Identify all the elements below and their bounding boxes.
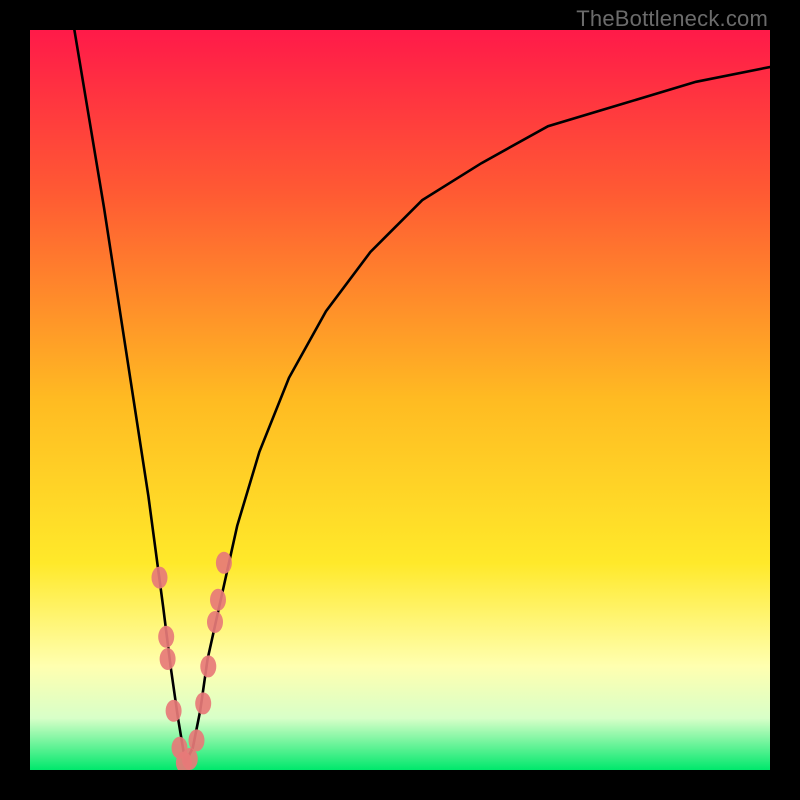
marker-dot [160, 648, 176, 670]
chart-frame: TheBottleneck.com [0, 0, 800, 800]
curve-layer [30, 30, 770, 770]
marker-group [152, 552, 232, 770]
marker-dot [207, 611, 223, 633]
marker-dot [200, 655, 216, 677]
plot-area [30, 30, 770, 770]
marker-dot [166, 700, 182, 722]
marker-dot [189, 729, 205, 751]
marker-dot [195, 692, 211, 714]
bottleneck-curve [74, 30, 770, 763]
marker-dot [210, 589, 226, 611]
marker-dot [152, 567, 168, 589]
marker-dot [158, 626, 174, 648]
marker-dot [216, 552, 232, 574]
watermark-text: TheBottleneck.com [576, 6, 768, 32]
